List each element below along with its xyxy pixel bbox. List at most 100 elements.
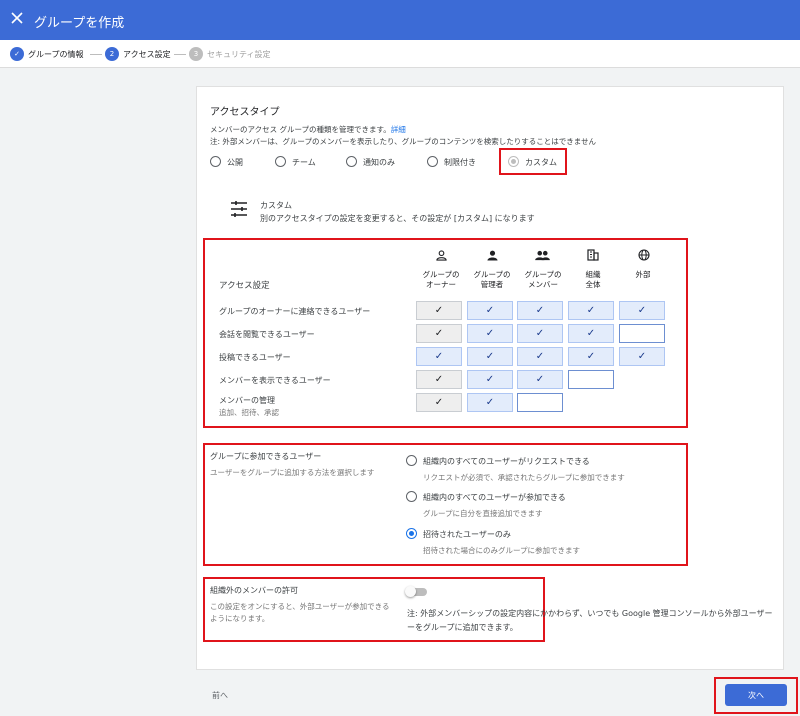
radio-button[interactable] — [427, 156, 438, 167]
permission-checkbox[interactable]: ✓ — [517, 301, 563, 320]
radio-button[interactable] — [508, 156, 519, 167]
organization-icon — [587, 249, 599, 261]
access-settings-title: アクセス設定 — [219, 281, 270, 291]
permission-checkbox[interactable]: ✓ — [467, 347, 513, 366]
col-label: 組織 — [585, 270, 601, 279]
join-title: グループに参加できるユーザー — [210, 452, 322, 461]
col-label: 外部 — [635, 270, 651, 279]
option-label: 招待されたユーザーのみ — [423, 530, 511, 539]
join-desc: ユーザーをグループに追加する方法を選択します — [210, 468, 375, 477]
custom-title: カスタム — [260, 201, 292, 210]
permission-checkbox[interactable]: ✓ — [467, 370, 513, 389]
col-organization: 組織 全体 — [568, 270, 618, 290]
row-label: メンバーを表示できるユーザー — [219, 376, 331, 385]
radio-button[interactable] — [406, 491, 417, 502]
globe-icon — [638, 249, 650, 261]
step-access-settings[interactable]: 2 アクセス設定 — [105, 47, 171, 61]
external-desc: ようになります。 — [210, 614, 270, 623]
permission-checkbox[interactable] — [517, 393, 563, 412]
external-title: 組織外のメンバーの許可 — [210, 586, 298, 595]
step-label: セキュリティ設定 — [207, 49, 271, 59]
option-label: 組織内のすべてのユーザーが参加できる — [423, 493, 566, 502]
permission-checkbox[interactable]: ✓ — [416, 393, 462, 412]
access-type-note: 注: 外部メンバーは、グループのメンバーを表示したり、グループのコンテンツを検索… — [210, 137, 596, 146]
access-type-title: アクセスタイプ — [210, 107, 280, 118]
permission-checkbox[interactable] — [619, 324, 665, 343]
members-icon — [535, 250, 550, 261]
check-icon: ✓ — [10, 47, 24, 61]
close-icon[interactable] — [10, 11, 24, 25]
owner-icon — [436, 250, 447, 261]
permission-checkbox[interactable]: ✓ — [467, 301, 513, 320]
option-label: 制限付き — [444, 158, 476, 167]
step-divider — [174, 54, 186, 55]
external-desc: この設定をオンにすると、外部ユーザーが参加できる — [210, 602, 390, 611]
permission-checkbox[interactable]: ✓ — [517, 324, 563, 343]
permission-checkbox[interactable]: ✓ — [619, 347, 665, 366]
col-owner: グループの オーナー — [416, 270, 466, 290]
page-title: グループを作成 — [34, 16, 125, 31]
manager-icon — [487, 250, 498, 261]
external-note: 注: 外部メンバーシップの設定内容にかかわらず、いつでも Google 管理コン… — [407, 609, 773, 618]
step-group-info[interactable]: ✓ グループの情報 — [10, 47, 84, 61]
col-label: グループの — [524, 270, 562, 279]
permission-checkbox[interactable]: ✓ — [568, 324, 614, 343]
top-bar: グループを作成 — [0, 0, 800, 40]
col-label: オーナー — [426, 280, 456, 289]
col-label: グループの — [422, 270, 460, 279]
tune-icon — [231, 201, 247, 217]
permission-checkbox[interactable]: ✓ — [416, 347, 462, 366]
col-label: 全体 — [585, 280, 601, 289]
toggle-knob[interactable] — [405, 586, 416, 597]
radio-button[interactable] — [346, 156, 357, 167]
col-label: グループの — [473, 270, 511, 279]
external-note: ーをグループに追加できます。 — [407, 623, 518, 632]
radio-button[interactable] — [406, 455, 417, 466]
option-label: 通知のみ — [363, 158, 395, 167]
permission-checkbox[interactable]: ✓ — [416, 301, 462, 320]
permission-checkbox[interactable]: ✓ — [568, 301, 614, 320]
option-label: 組織内のすべてのユーザーがリクエストできる — [423, 457, 590, 466]
col-manager: グループの 管理者 — [467, 270, 517, 290]
col-label: メンバー — [528, 280, 558, 289]
permission-checkbox[interactable]: ✓ — [517, 370, 563, 389]
permission-checkbox[interactable]: ✓ — [416, 324, 462, 343]
option-sublabel: グループに自分を直接追加できます — [423, 509, 543, 518]
permission-checkbox[interactable]: ✓ — [517, 347, 563, 366]
row-label: グループのオーナーに連絡できるユーザー — [219, 307, 371, 316]
step-label: アクセス設定 — [123, 49, 171, 59]
option-sublabel: 招待された場合にのみグループに参加できます — [423, 546, 581, 555]
radio-button[interactable] — [275, 156, 286, 167]
next-button[interactable]: 次へ — [725, 684, 787, 706]
access-type-desc-text: メンバーのアクセス グループの種類を管理できます。 — [210, 125, 391, 134]
permission-checkbox[interactable]: ✓ — [416, 370, 462, 389]
permission-checkbox[interactable]: ✓ — [467, 393, 513, 412]
permission-checkbox[interactable]: ✓ — [568, 347, 614, 366]
row-label: 会話を閲覧できるユーザー — [219, 330, 315, 339]
permission-checkbox[interactable]: ✓ — [619, 301, 665, 320]
step-security[interactable]: 3 セキュリティ設定 — [189, 47, 271, 61]
custom-desc: 別のアクセスタイプの設定を変更すると、その設定が [カスタム] になります — [260, 214, 535, 223]
col-external: 外部 — [618, 270, 668, 280]
permission-checkbox[interactable] — [568, 370, 614, 389]
back-button[interactable]: 前へ — [212, 690, 228, 701]
radio-button[interactable] — [210, 156, 221, 167]
step-divider — [90, 54, 102, 55]
col-members: グループの メンバー — [518, 270, 568, 290]
step-number: 2 — [105, 47, 119, 61]
row-label: メンバーの管理 — [219, 396, 275, 405]
option-label: カスタム — [525, 158, 557, 167]
permission-checkbox[interactable]: ✓ — [467, 324, 513, 343]
option-label: チーム — [292, 158, 316, 167]
stepper: ✓ グループの情報 2 アクセス設定 3 セキュリティ設定 — [0, 40, 800, 68]
radio-button[interactable] — [406, 528, 417, 539]
step-label: グループの情報 — [28, 49, 84, 59]
option-sublabel: リクエストが必須で、承認されたらグループに参加できます — [423, 473, 625, 482]
details-link[interactable]: 詳細 — [391, 125, 406, 134]
access-type-desc: メンバーのアクセス グループの種類を管理できます。詳細 — [210, 124, 406, 135]
col-label: 管理者 — [480, 280, 504, 289]
step-number: 3 — [189, 47, 203, 61]
option-label: 公開 — [227, 158, 243, 167]
row-label: 投稿できるユーザー — [219, 353, 291, 362]
row-sublabel: 追加、招待、承認 — [219, 408, 279, 417]
